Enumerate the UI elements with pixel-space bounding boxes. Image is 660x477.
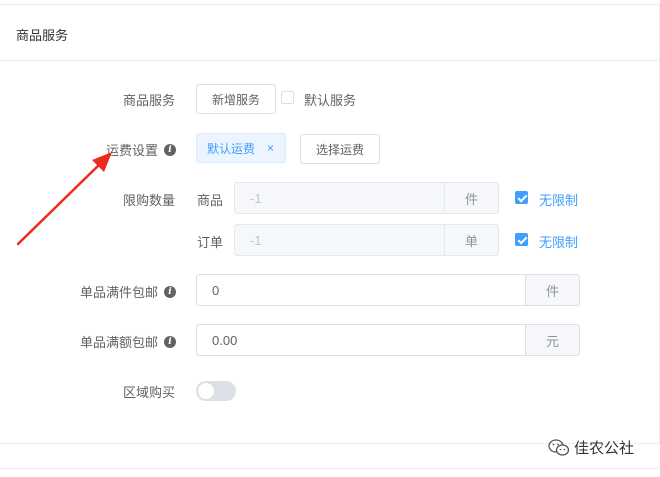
watermark-text: 佳农公社 <box>574 440 635 457</box>
annotation-arrow <box>16 152 112 246</box>
watermark: 佳农公社 <box>548 437 634 458</box>
wechat-icon <box>548 438 570 456</box>
